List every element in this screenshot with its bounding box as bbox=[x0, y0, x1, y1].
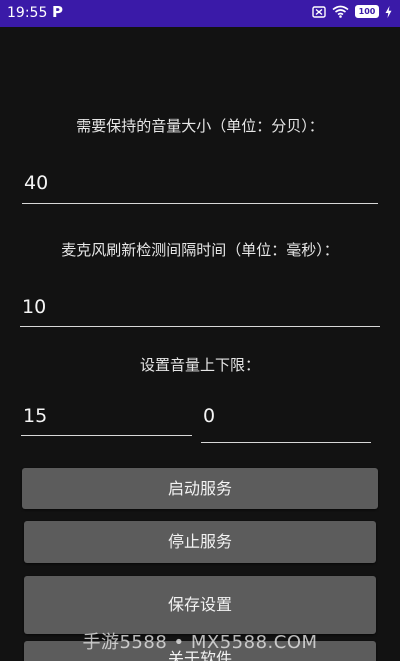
status-bar: 19:55 P 100 bbox=[0, 0, 400, 27]
start-service-button[interactable]: 启动服务 bbox=[22, 468, 378, 509]
interval-input[interactable]: 10 bbox=[20, 296, 380, 327]
app-notification-icon: P bbox=[52, 3, 63, 21]
volume-input[interactable]: 40 bbox=[22, 172, 378, 204]
watermark: 手游5588 • MX5588.COM bbox=[82, 632, 318, 653]
wifi-icon bbox=[332, 5, 349, 18]
charging-bolt-icon bbox=[385, 5, 392, 18]
stop-service-button[interactable]: 停止服务 bbox=[24, 521, 376, 563]
lower-limit-input[interactable]: 0 bbox=[201, 405, 371, 443]
save-settings-button[interactable]: 保存设置 bbox=[24, 576, 376, 634]
limits-label: 设置音量上下限： bbox=[139, 356, 260, 374]
volume-label: 需要保持的音量大小（单位：分贝）： bbox=[76, 117, 324, 135]
status-icons: 100 bbox=[312, 5, 392, 18]
app-screen: 19:55 P 100 需要保持的音量大小（单位：分贝）： 40 麦克风刷新检测… bbox=[0, 0, 400, 661]
battery-icon: 100 bbox=[355, 5, 379, 18]
interval-label: 麦克风刷新检测间隔时间（单位：毫秒）： bbox=[61, 241, 339, 259]
no-sim-icon bbox=[312, 5, 326, 18]
status-time: 19:55 bbox=[7, 5, 48, 21]
upper-limit-input[interactable]: 15 bbox=[21, 405, 192, 436]
